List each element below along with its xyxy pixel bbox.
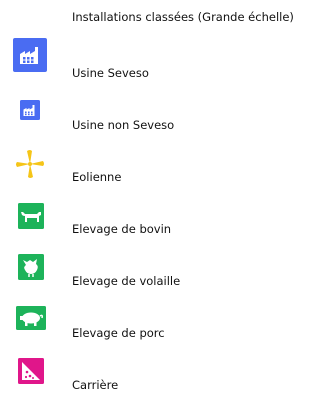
legend-item-elevage-bovin: Elevage de bovin [0, 200, 334, 244]
factory-icon [20, 100, 40, 120]
quarry-icon [18, 358, 44, 384]
legend-item-usine-seveso: Usine Seveso [0, 38, 334, 88]
legend-item-eolienne: Eolienne [0, 148, 334, 192]
legend-panel: Installations classées (Grande échelle) … [0, 0, 334, 397]
legend-item-label: Elevage de bovin [72, 222, 172, 236]
chicken-icon [18, 254, 44, 280]
pig-icon [16, 306, 46, 330]
legend-item-label: Carrière [72, 378, 119, 392]
legend-item-carriere: Carrière [0, 356, 334, 400]
legend-item-label: Usine non Seveso [72, 118, 175, 132]
wind-turbine-icon [16, 150, 44, 178]
legend-item-label: Usine Seveso [72, 66, 149, 80]
legend-item-usine-non-seveso: Usine non Seveso [0, 96, 334, 140]
legend-title: Installations classées (Grande échelle) [72, 10, 294, 24]
legend-item-elevage-porc: Elevage de porc [0, 304, 334, 348]
legend-item-label: Eolienne [72, 170, 122, 184]
legend-item-elevage-volaille: Elevage de volaille [0, 252, 334, 296]
cow-icon [18, 203, 44, 229]
legend-item-label: Elevage de volaille [72, 274, 181, 288]
legend-item-label: Elevage de porc [72, 326, 165, 340]
seveso-factory-icon [13, 38, 47, 72]
